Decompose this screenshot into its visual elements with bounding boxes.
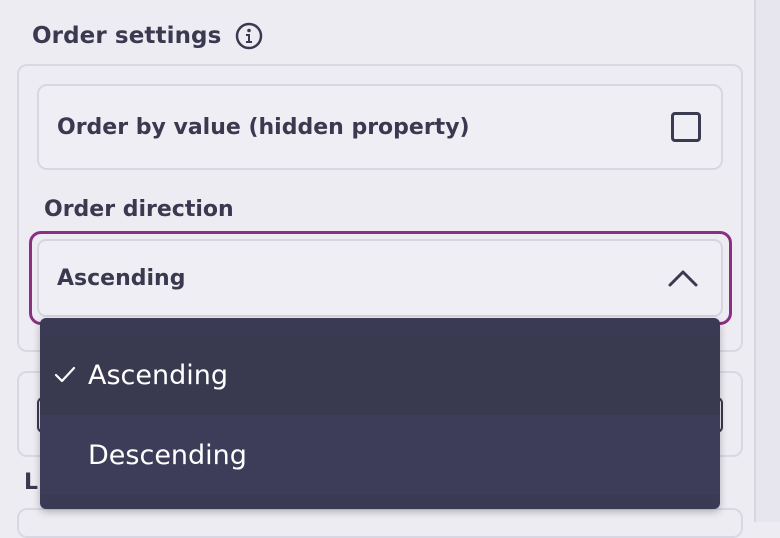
option-ascending[interactable]: Ascending <box>40 335 720 415</box>
info-icon[interactable] <box>235 22 263 50</box>
order-direction-menu: Ascending Descending <box>40 318 720 509</box>
option-label: Descending <box>88 439 247 471</box>
section-header: Order settings <box>32 20 263 52</box>
next-section-panel <box>17 508 743 538</box>
order-by-value-row[interactable]: Order by value (hidden property) <box>37 84 723 170</box>
order-by-value-label: Order by value (hidden property) <box>57 114 470 140</box>
order-direction-label: Order direction <box>44 197 234 222</box>
next-section-label: L <box>24 470 39 495</box>
option-label: Ascending <box>88 359 228 391</box>
section-title: Order settings <box>32 23 222 49</box>
option-descending[interactable]: Descending <box>40 415 720 495</box>
select-value: Ascending <box>57 265 186 291</box>
checkbox-empty-icon[interactable] <box>671 112 701 142</box>
chevron-up-icon[interactable] <box>667 268 699 288</box>
check-icon <box>53 365 77 385</box>
order-direction-select[interactable]: Ascending <box>37 239 723 317</box>
scrollbar-track[interactable] <box>754 0 780 522</box>
